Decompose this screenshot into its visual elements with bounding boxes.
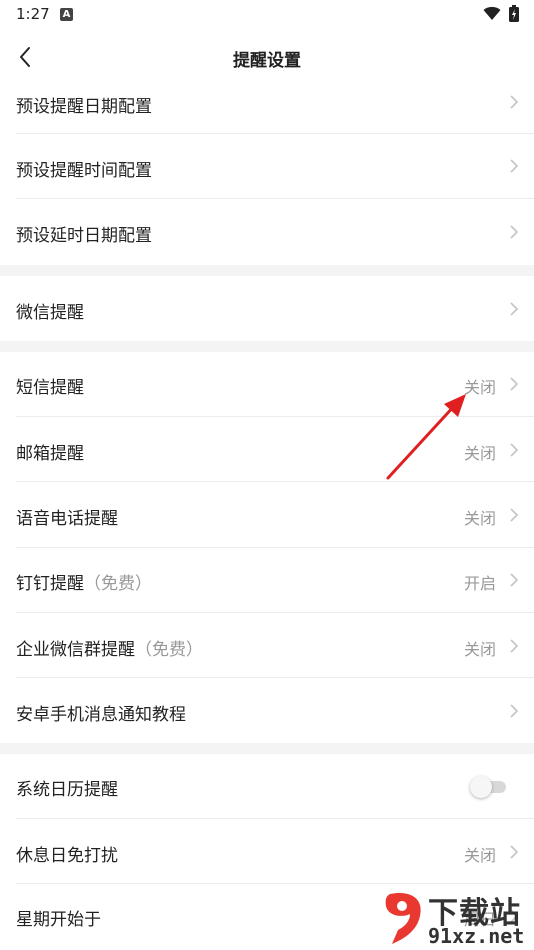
chevron-right-icon: [510, 845, 519, 859]
list-item-preset-reminder-date[interactable]: 预设提醒日期配置: [0, 86, 534, 134]
list-item-label: 休息日免打扰: [16, 846, 118, 866]
chevron-right-icon: [510, 377, 519, 391]
toggle-knob: [470, 776, 492, 798]
free-tag: （免费）: [84, 574, 152, 594]
list-item-holiday-do-not-disturb[interactable]: 休息日免打扰 关闭: [0, 819, 534, 884]
list-item-preset-reminder-time[interactable]: 预设提醒时间配置: [0, 134, 534, 199]
annotation-arrow-icon: [386, 394, 466, 480]
list-item-label: 企业微信群提醒（免费）: [16, 640, 203, 660]
list-item-dingtalk-reminder[interactable]: 钉钉提醒（免费） 开启: [0, 548, 534, 613]
chevron-right-icon: [510, 159, 519, 173]
wifi-icon: [483, 6, 501, 20]
chevron-right-icon: [510, 704, 519, 718]
list-item-label: 星期开始于: [16, 910, 101, 930]
list-item-label: 系统日历提醒: [16, 780, 118, 800]
list-item-system-calendar-reminder[interactable]: 系统日历提醒: [0, 754, 534, 819]
calendar-reminder-toggle[interactable]: [470, 776, 508, 798]
list-item-value: 关闭: [463, 640, 496, 659]
list-item-value: 关闭: [463, 846, 496, 865]
chevron-right-icon: [510, 225, 519, 239]
list-item-label: 安卓手机消息通知教程: [16, 705, 186, 725]
chevron-right-icon: [510, 443, 519, 457]
chevron-right-icon: [510, 508, 519, 522]
nav-bar: 提醒设置: [0, 28, 534, 86]
page-title: 提醒设置: [233, 51, 301, 71]
list-item-value: 开启: [463, 574, 496, 593]
chevron-right-icon: [510, 639, 519, 653]
watermark: 下载站 91xz.net: [380, 888, 530, 948]
status-time: 1:27: [16, 5, 50, 23]
chevron-right-icon: [510, 95, 519, 109]
list-item-voice-call-reminder[interactable]: 语音电话提醒 关闭: [0, 482, 534, 548]
list-item-preset-delay-date[interactable]: 预设延时日期配置: [0, 199, 534, 265]
status-bar: 1:27 A: [0, 0, 534, 28]
list-item-label: 预设延时日期配置: [16, 226, 152, 246]
chevron-right-icon: [510, 573, 519, 587]
list-item-value: 关闭: [463, 509, 496, 528]
free-tag: （免费）: [135, 640, 203, 660]
chevron-right-icon: [510, 302, 519, 316]
list-item-wecom-group-reminder[interactable]: 企业微信群提醒（免费） 关闭: [0, 613, 534, 678]
list-item-label: 语音电话提醒: [16, 509, 118, 529]
list-item-label: 短信提醒: [16, 378, 84, 398]
list-item-label: 微信提醒: [16, 303, 84, 323]
watermark-url: 91xz.net: [428, 924, 525, 948]
list-item-label: 预设提醒日期配置: [16, 97, 152, 117]
battery-icon: [509, 5, 519, 22]
list-item-wechat-reminder[interactable]: 微信提醒: [0, 276, 534, 341]
list-item-label: 钉钉提醒（免费）: [16, 574, 152, 594]
list-item-android-notification-tutorial[interactable]: 安卓手机消息通知教程: [0, 678, 534, 743]
list-item-label: 预设提醒时间配置: [16, 161, 152, 181]
notification-icon: A: [60, 8, 73, 21]
watermark-logo-icon: [385, 892, 421, 944]
list-item-label: 邮箱提醒: [16, 444, 84, 464]
